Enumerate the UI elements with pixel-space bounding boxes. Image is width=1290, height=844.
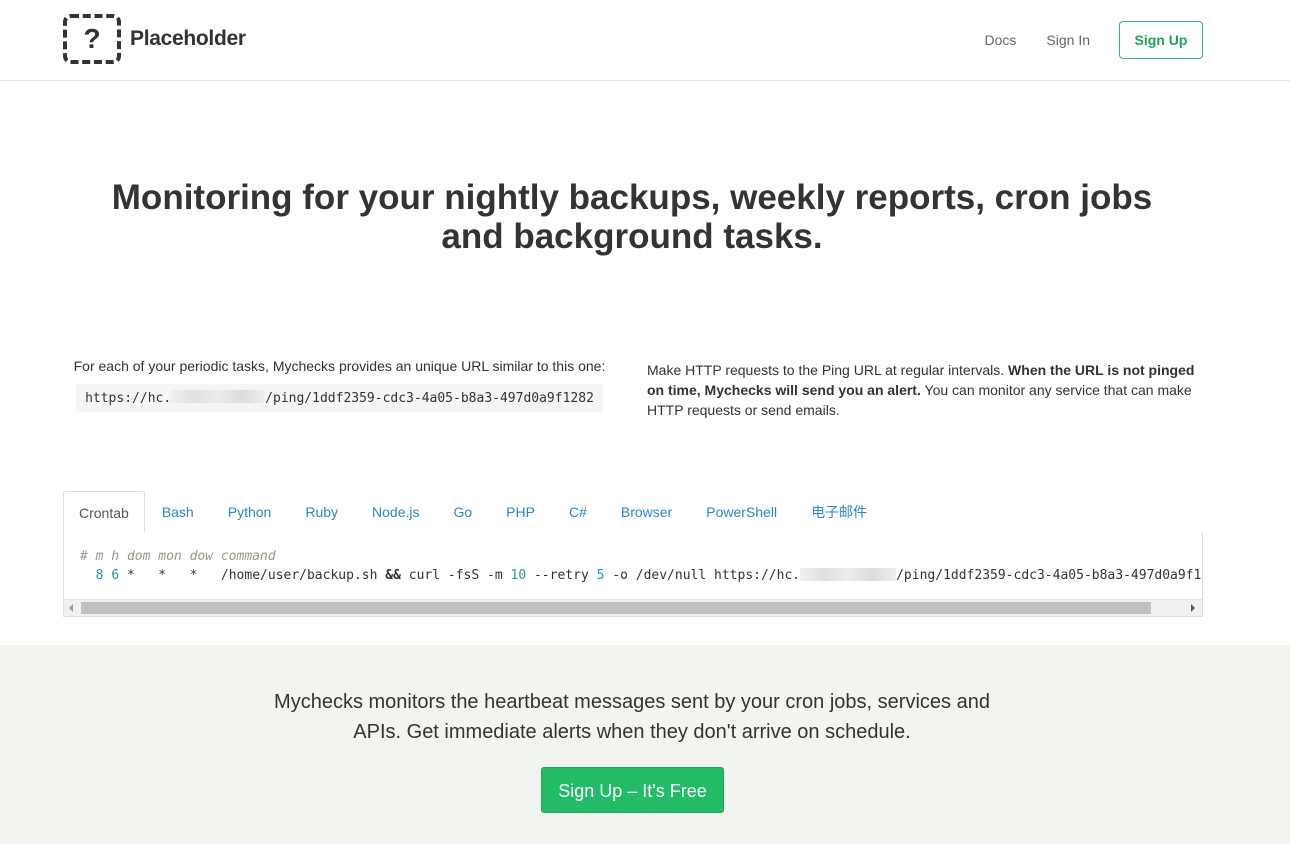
cron-hour: 6 — [111, 568, 120, 583]
alert-explanation: Make HTTP requests to the Ping URL at re… — [647, 360, 1207, 420]
tab-powershell[interactable]: PowerShell — [689, 491, 794, 533]
brand-logo-link[interactable]: ? Placeholder — [63, 14, 246, 64]
cron-stars: * * * — [126, 568, 221, 583]
tab-go[interactable]: Go — [436, 491, 489, 533]
hero-title-line-1: Monitoring for your nightly backups, wee… — [111, 178, 1153, 217]
hero-title: Monitoring for your nightly backups, wee… — [0, 178, 1264, 256]
ping-url-description: For each of your periodic tasks, Mycheck… — [73, 358, 606, 374]
top-navbar: ? Placeholder Docs Sign In Sign Up — [0, 0, 1290, 81]
cta-description-line-1: Mychecks monitors the heartbeat messages… — [274, 691, 990, 713]
hero-title-line-2: and background tasks. — [441, 217, 823, 256]
cta-section: Mychecks monitors the heartbeat messages… — [0, 645, 1290, 844]
tab-php[interactable]: PHP — [489, 491, 552, 533]
horizontal-scrollbar[interactable] — [64, 599, 1202, 616]
redacted-domain — [171, 390, 266, 403]
tab-csharp[interactable]: C# — [552, 491, 604, 533]
tab-python[interactable]: Python — [211, 491, 289, 533]
scrollbar-thumb[interactable] — [81, 602, 1151, 614]
sign-in-link[interactable]: Sign In — [1046, 32, 1090, 48]
ping-url-suffix: /ping/1ddf2359-cdc3-4a05-b8a3-497d0a9f12… — [265, 391, 594, 406]
nav-links: Docs Sign In Sign Up — [985, 21, 1203, 59]
tab-nodejs[interactable]: Node.js — [355, 491, 436, 533]
cron-timeout: 10 — [510, 568, 527, 583]
cron-minute: 8 — [95, 568, 104, 583]
tab-email[interactable]: 电子邮件 — [794, 491, 884, 533]
ping-url-intro: For each of your periodic tasks, Mycheck… — [63, 358, 616, 412]
ping-url-prefix: https://hc. — [85, 391, 172, 406]
tab-crontab[interactable]: Crontab — [63, 491, 145, 534]
cta-description-line-2: APIs. Get immediate alerts when they don… — [353, 721, 911, 743]
sign-up-button[interactable]: Sign Up — [1119, 21, 1203, 59]
redacted-domain-code — [800, 568, 897, 581]
brand-name: Placeholder — [130, 27, 246, 50]
cron-command-part-2: curl -fsS -m — [400, 568, 511, 583]
docs-link[interactable]: Docs — [985, 32, 1017, 48]
tab-bash[interactable]: Bash — [145, 491, 211, 533]
integration-tabs: Crontab Bash Python Ruby Node.js Go PHP … — [63, 491, 1203, 534]
example-ping-url: https://hc. /ping/1ddf2359-cdc3-4a05-b8a3… — [76, 384, 603, 412]
scroll-right-arrow-icon[interactable] — [1191, 604, 1195, 612]
tab-ruby[interactable]: Ruby — [288, 491, 355, 533]
alert-text-part-1: Make HTTP requests to the Ping URL at re… — [647, 362, 1009, 378]
cron-command-part-5: /ping/1ddf2359-cdc3-4a05-b8a3-497d0a9f12… — [896, 568, 1203, 583]
code-example-panel: # m h dom mon dow command 8 6 * * * /hom… — [63, 532, 1203, 617]
question-mark-logo-icon: ? — [63, 14, 121, 64]
crontab-code: # m h dom mon dow command 8 6 * * * /hom… — [80, 547, 1203, 585]
cron-command-part-1: /home/user/backup.sh — [220, 568, 386, 583]
code-comment: # m h dom mon dow command — [80, 549, 276, 564]
tab-browser[interactable]: Browser — [604, 491, 689, 533]
cron-and-operator: && — [385, 568, 401, 583]
scroll-left-arrow-icon[interactable] — [69, 604, 73, 612]
cron-command-part-3: --retry — [526, 568, 597, 583]
cron-command-part-4: -o /dev/null https://hc. — [604, 568, 801, 583]
sign-up-free-button[interactable]: Sign Up – It's Free — [541, 767, 724, 813]
cta-description: Mychecks monitors the heartbeat messages… — [0, 687, 1264, 747]
